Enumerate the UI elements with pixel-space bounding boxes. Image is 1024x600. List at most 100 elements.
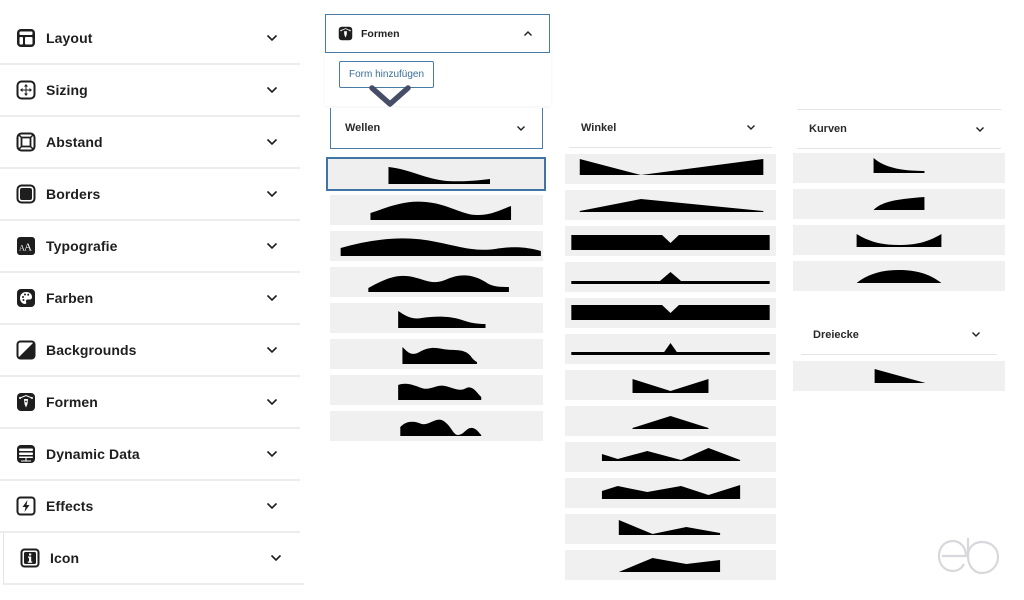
chevron-down-icon <box>266 398 278 406</box>
lightning-icon <box>16 496 36 516</box>
shape-tile-winkel-10[interactable] <box>565 478 776 508</box>
info-icon <box>20 548 40 568</box>
shape-tile-wellen-8[interactable] <box>330 411 543 441</box>
shape-path <box>571 272 770 284</box>
shape-preview-icon <box>601 485 741 499</box>
chevron-down-icon <box>747 125 755 130</box>
chevron-down-icon <box>266 242 278 250</box>
panel-layout[interactable]: Layout <box>0 13 300 65</box>
panel-backgrounds[interactable]: Backgrounds <box>0 325 300 377</box>
shape-path <box>579 199 764 212</box>
category-wellen: Wellen <box>326 108 546 441</box>
category-header-wellen[interactable]: Wellen <box>330 108 543 149</box>
shape-tile-winkel-4[interactable] <box>565 262 776 292</box>
shape-preview-icon <box>398 383 482 400</box>
shapes-icon <box>338 26 353 41</box>
shape-tile-wellen-4[interactable] <box>330 267 543 297</box>
category-label: Wellen <box>345 122 381 134</box>
shape-tile-kurven-4[interactable] <box>793 261 1005 291</box>
shape-tile-wellen-2[interactable] <box>330 195 543 225</box>
shape-path <box>579 159 764 175</box>
panel-spacing[interactable]: Abstand <box>0 117 300 169</box>
shape-preview-icon <box>874 369 926 383</box>
borders-icon <box>16 184 36 204</box>
shape-path <box>632 416 709 429</box>
shape-path <box>618 520 721 535</box>
shape-path <box>400 419 482 436</box>
shape-path <box>370 201 512 220</box>
shape-preview-icon <box>571 343 770 355</box>
shape-path <box>601 448 741 461</box>
shapes-icon <box>17 393 35 411</box>
panel-effects[interactable]: Effects <box>0 481 300 533</box>
shape-path <box>571 235 770 250</box>
panel-label: Backgrounds <box>46 342 137 358</box>
layout-icon <box>17 29 35 47</box>
shape-tile-dreiecke-1[interactable] <box>793 361 1005 391</box>
panel-typography[interactable]: A A Typografie <box>0 221 300 273</box>
shape-preview-icon <box>398 311 486 328</box>
panel-label: Borders <box>46 186 101 202</box>
shape-preview-icon <box>370 201 512 220</box>
shape-tile-wellen-3[interactable] <box>330 231 543 261</box>
panel-label: Dynamic Data <box>46 446 140 462</box>
panel-dynamic-data[interactable]: Dynamic Data <box>0 429 300 481</box>
shape-tile-winkel-8[interactable] <box>565 406 776 436</box>
panel-label: Typografie <box>46 238 118 254</box>
shape-path <box>340 238 541 256</box>
shape-tile-wellen-6[interactable] <box>330 339 543 369</box>
shape-preview-icon <box>571 235 770 250</box>
chevron-down-icon <box>266 502 278 510</box>
shape-tile-kurven-2[interactable] <box>793 189 1005 219</box>
panel-label: Abstand <box>46 134 103 150</box>
pointer-arrow-icon <box>369 85 411 107</box>
chevron-down-icon <box>266 138 278 146</box>
panel-label: Sizing <box>46 82 88 98</box>
shape-path <box>856 234 942 247</box>
panel-icon[interactable]: Icon <box>3 533 304 585</box>
shape-tile-wellen-7[interactable] <box>330 375 543 405</box>
shapes-panel-header[interactable]: Formen <box>325 14 550 53</box>
shape-preview-icon <box>579 159 764 175</box>
shape-preview-icon <box>632 416 709 429</box>
category-header-winkel[interactable]: Winkel <box>569 108 772 148</box>
shape-tile-winkel-9[interactable] <box>565 442 776 472</box>
shape-tile-winkel-12[interactable] <box>565 550 776 580</box>
panel-label: Layout <box>46 30 93 46</box>
chevron-down-icon <box>517 125 525 131</box>
shape-path <box>618 558 721 572</box>
shape-tile-winkel-1[interactable] <box>565 154 776 184</box>
shape-tile-winkel-6[interactable] <box>565 334 776 364</box>
panel-sizing[interactable]: Sizing <box>0 65 300 117</box>
shape-preview-icon <box>618 558 721 572</box>
shape-path <box>571 343 770 355</box>
shapes-panel-title: Formen <box>361 28 400 40</box>
shape-tile-wellen-1[interactable] <box>326 157 546 191</box>
shape-tile-winkel-3[interactable] <box>565 226 776 256</box>
chevron-down-icon <box>976 126 984 132</box>
panel-colors[interactable]: Farben <box>0 273 300 325</box>
shapes-panel: Formen Form hinzufügen <box>325 14 551 106</box>
chevron-down-icon <box>972 332 980 337</box>
shape-path <box>398 383 482 400</box>
shape-tile-kurven-1[interactable] <box>793 153 1005 183</box>
backgrounds-icon <box>16 340 36 360</box>
panel-borders[interactable]: Borders <box>0 169 300 221</box>
shape-preview-icon <box>340 238 541 256</box>
shape-tile-winkel-2[interactable] <box>565 190 776 220</box>
shape-preview-icon <box>873 197 925 210</box>
shape-tile-winkel-5[interactable] <box>565 298 776 328</box>
shape-preview-icon <box>601 448 741 461</box>
shape-path <box>874 369 926 383</box>
shape-tile-winkel-11[interactable] <box>565 514 776 544</box>
shape-tile-kurven-3[interactable] <box>793 225 1005 255</box>
category-header-kurven[interactable]: Kurven <box>797 109 1001 149</box>
shape-path <box>601 485 741 499</box>
category-label: Dreiecke <box>813 328 859 341</box>
shape-tile-winkel-7[interactable] <box>565 370 776 400</box>
shape-path <box>873 197 925 210</box>
category-header-dreiecke[interactable]: Dreiecke <box>801 315 997 355</box>
shape-tile-wellen-5[interactable] <box>330 303 543 333</box>
panel-shapes[interactable]: Formen <box>0 377 300 429</box>
database-icon <box>17 445 35 463</box>
